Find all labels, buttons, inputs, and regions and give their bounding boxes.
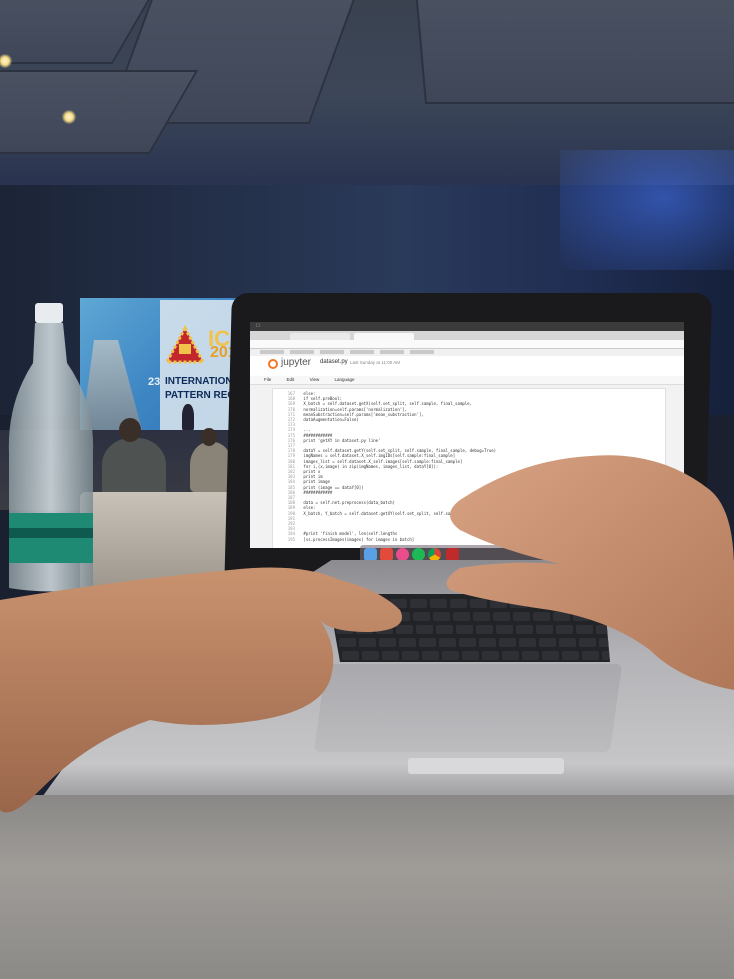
code-text: for i,(x,image) in zip(imgNames, images_…: [301, 463, 439, 469]
key[interactable]: [422, 651, 439, 660]
audience-member: [190, 442, 232, 492]
code-text: ############: [301, 489, 333, 495]
audience-head: [201, 428, 217, 446]
menu-view[interactable]: View: [310, 377, 320, 382]
right-hand-icon: [446, 455, 734, 690]
code-text: X_batch, Y_batch = self.dataset.getXY(se…: [301, 510, 463, 516]
code-text: print 'getXY in dataset.py line': [301, 437, 381, 443]
line-number: 195: [287, 536, 295, 542]
bookmarks-bar: [250, 349, 684, 355]
code-line: 195 [ss.processImages(images) for images…: [273, 537, 414, 542]
notebook-header: [250, 356, 684, 376]
browser-tabs[interactable]: [250, 331, 684, 340]
code-line: 190 X_batch, Y_batch = self.dataset.getX…: [273, 510, 463, 516]
bookmark[interactable]: [350, 350, 374, 354]
checkpoint-status: Last Sunday at 11:00 AM: [350, 360, 400, 365]
notebook-menu: File Edit View Language: [250, 376, 684, 385]
jupyter-logo-icon: [268, 359, 278, 369]
audience-member: [102, 438, 166, 498]
desk-surface: [0, 795, 734, 979]
left-hand-icon: [0, 567, 402, 813]
ceiling-panel: [415, 0, 734, 104]
browser-tab-active[interactable]: [354, 333, 414, 340]
browser-tab[interactable]: [290, 333, 350, 340]
bookmark[interactable]: [260, 350, 284, 354]
bookmark[interactable]: [290, 350, 314, 354]
bookmark[interactable]: [380, 350, 404, 354]
address-bar[interactable]: [250, 340, 684, 349]
bookmark[interactable]: [410, 350, 434, 354]
code-text: [ss.processImages(images) for images in …: [301, 536, 415, 542]
banner-number: 23: [148, 376, 161, 388]
code-text: dataAugmentation=False): [301, 417, 359, 422]
speaker: [182, 404, 194, 430]
ceiling-light: [62, 110, 76, 124]
audience-head: [119, 418, 141, 442]
ceiling-light: [0, 54, 12, 68]
stage-light-glow: [560, 150, 734, 270]
ceiling-panel: [0, 70, 199, 154]
key[interactable]: [419, 638, 436, 647]
notebook-name[interactable]: dataset.py: [320, 359, 348, 365]
menu-file[interactable]: File: [264, 377, 271, 382]
conference-logo-icon: [164, 324, 206, 364]
water-bottle-icon: [8, 303, 94, 592]
menu-edit[interactable]: Edit: [287, 377, 295, 382]
laptop-front-notch: [408, 758, 564, 774]
macos-menubar: : [250, 322, 684, 331]
menu-language[interactable]: Language: [335, 377, 355, 382]
app-name: jupyter: [281, 357, 312, 368]
bookmark[interactable]: [320, 350, 344, 354]
